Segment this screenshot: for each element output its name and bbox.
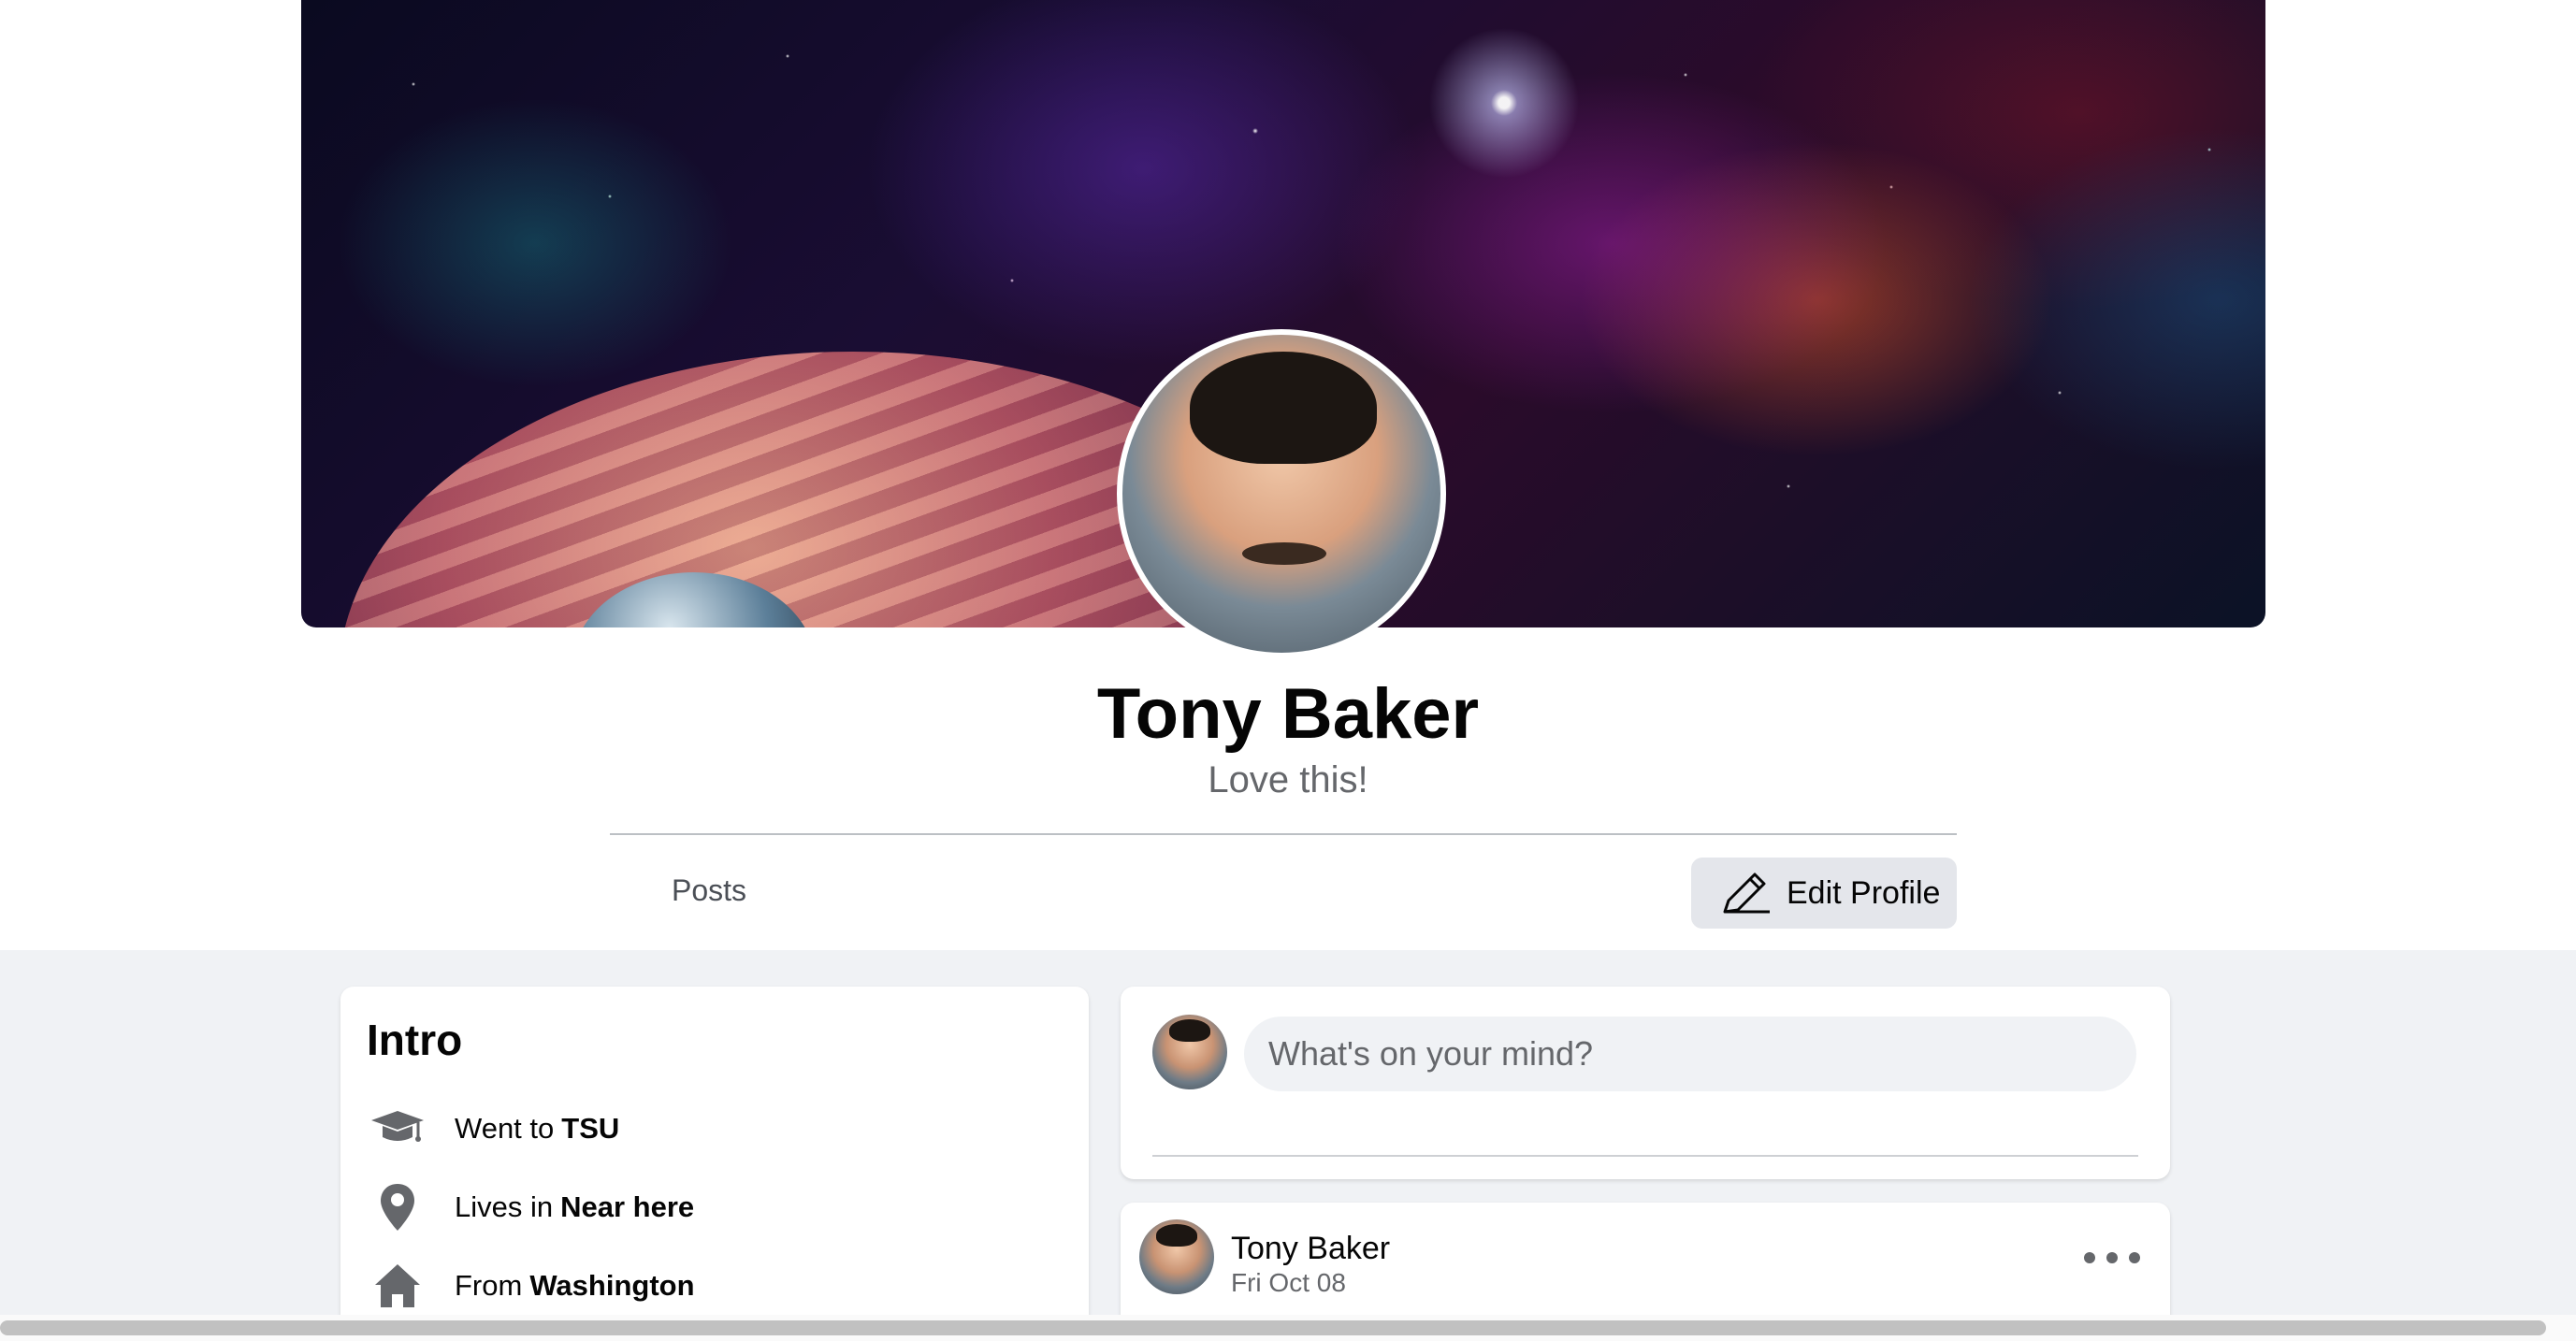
- post-author-avatar[interactable]: [1139, 1219, 1214, 1294]
- more-dot: [2106, 1252, 2118, 1263]
- intro-education-value: TSU: [561, 1112, 620, 1145]
- profile-bio: Love this!: [1208, 759, 1368, 800]
- profile-avatar-image: [1122, 335, 1440, 653]
- post-date[interactable]: Fri Oct 08: [1231, 1268, 1346, 1298]
- composer-avatar[interactable]: [1152, 1015, 1227, 1089]
- post-composer: [1121, 987, 2170, 1179]
- intro-card: Intro Went to TSU Lives in Near here Fro…: [340, 987, 1089, 1341]
- composer-divider: [1152, 1155, 2138, 1157]
- composer-input[interactable]: [1244, 1017, 2136, 1091]
- profile-header: Tony Baker Love this! Posts Edit Profile: [0, 0, 2576, 950]
- intro-hometown-prefix: From: [455, 1269, 523, 1302]
- tab-posts[interactable]: Posts: [672, 873, 746, 908]
- horizontal-scrollbar[interactable]: [0, 1315, 2576, 1341]
- edit-profile-label: Edit Profile: [1787, 874, 1941, 911]
- intro-hometown-value: Washington: [529, 1269, 695, 1302]
- profile-avatar[interactable]: [1117, 329, 1446, 658]
- intro-education-prefix: Went to: [455, 1112, 555, 1145]
- intro-title: Intro: [367, 1016, 463, 1064]
- more-dot: [2129, 1252, 2140, 1263]
- intro-location-prefix: Lives in: [455, 1190, 554, 1223]
- avatar-hair: [1190, 352, 1377, 464]
- intro-row-location: Lives in Near here: [369, 1181, 694, 1233]
- profile-page: Tony Baker Love this! Posts Edit Profile…: [0, 0, 2576, 1341]
- intro-row-hometown: From Washington: [369, 1260, 695, 1312]
- more-options-icon[interactable]: [2084, 1244, 2140, 1272]
- avatar-mustache: [1242, 542, 1326, 565]
- graduation-cap-icon: [369, 1103, 427, 1155]
- profile-content: Intro Went to TSU Lives in Near here Fro…: [0, 950, 2576, 1341]
- intro-row-education: Went to TSU: [369, 1103, 619, 1155]
- more-dot: [2084, 1252, 2095, 1263]
- scrollbar-thumb[interactable]: [0, 1320, 2546, 1335]
- edit-profile-button[interactable]: Edit Profile: [1691, 858, 1957, 929]
- intro-location-value: Near here: [560, 1190, 695, 1223]
- header-divider: [610, 833, 1957, 835]
- home-icon: [369, 1260, 427, 1312]
- pencil-icon: [1723, 872, 1770, 914]
- location-pin-icon: [369, 1181, 427, 1233]
- profile-name: Tony Baker: [1096, 674, 1480, 754]
- post-author-name[interactable]: Tony Baker: [1231, 1231, 1390, 1267]
